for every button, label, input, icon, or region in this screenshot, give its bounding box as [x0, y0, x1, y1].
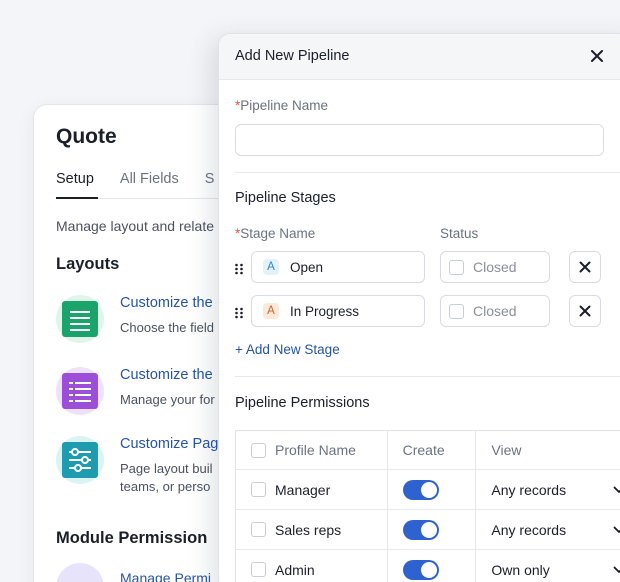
profile-cell: Admin [236, 550, 388, 582]
remove-stage-button[interactable] [569, 295, 601, 327]
checkbox[interactable] [449, 303, 464, 319]
close-icon[interactable] [587, 46, 607, 66]
manage-permissions-link[interactable]: Manage Permi [120, 570, 211, 582]
view-select[interactable]: Any records [476, 510, 620, 549]
header-view: View [491, 442, 522, 458]
add-new-stage-link[interactable]: + Add New Stage [235, 342, 340, 357]
modal-title: Add New Pipeline [235, 48, 350, 64]
layout-subtitle: Manage your for [120, 392, 215, 407]
status-checkbox[interactable]: Closed [440, 295, 550, 327]
create-cell [388, 470, 477, 509]
header-profile-name: Profile Name [236, 431, 388, 469]
row-checkbox[interactable] [251, 482, 266, 497]
row-checkbox[interactable] [251, 522, 266, 537]
layout-subtitle: Choose the field [120, 320, 214, 335]
pipeline-name-label: *Pipeline Name [235, 98, 329, 113]
stage-badge: A [263, 303, 279, 319]
table-row: Admin Own only [236, 550, 620, 582]
active-tab-indicator [56, 197, 98, 199]
divider [235, 376, 620, 377]
list-layout-icon [56, 295, 104, 343]
stage-name-input[interactable]: A In Progress [251, 295, 425, 327]
drag-handle-icon[interactable] [234, 306, 244, 319]
pipeline-name-input[interactable] [235, 124, 604, 156]
view-select[interactable]: Own only [476, 550, 620, 582]
tab-more[interactable]: S [205, 171, 215, 187]
add-pipeline-modal: Add New Pipeline *Pipeline Name Pipeline… [218, 33, 620, 582]
chevron-down-icon [613, 566, 620, 573]
drag-handle-icon[interactable] [234, 262, 244, 275]
table-header-row: Profile Name Create View [236, 431, 620, 470]
create-cell [388, 550, 477, 582]
create-toggle[interactable] [402, 519, 439, 540]
status-label: Status [440, 226, 479, 241]
pipeline-stages-title: Pipeline Stages [235, 190, 336, 206]
quote-description: Manage layout and relate [56, 218, 214, 234]
pipeline-permissions-title: Pipeline Permissions [235, 395, 370, 411]
quote-tabs: Setup All Fields S [56, 171, 214, 187]
layout-title[interactable]: Customize the [120, 367, 213, 383]
profile-cell: Sales reps [236, 510, 388, 549]
header-create: Create [388, 431, 477, 469]
permissions-table: Profile Name Create View Manager Any rec… [235, 430, 620, 582]
stage-name-label: *Stage Name [235, 226, 316, 241]
status-text: Closed [473, 259, 517, 275]
status-checkbox[interactable]: Closed [440, 251, 550, 283]
profile-cell: Manager [236, 470, 388, 509]
close-icon [579, 261, 591, 273]
stage-badge: A [263, 259, 279, 275]
stage-name-value: In Progress [290, 303, 360, 319]
layout-subtitle-line2: teams, or perso [120, 479, 211, 494]
permission-icon [56, 563, 104, 582]
chevron-down-icon [613, 486, 620, 493]
select-all-checkbox[interactable] [251, 442, 266, 458]
stage-name-input[interactable]: A Open [251, 251, 425, 283]
create-cell [388, 510, 477, 549]
chevron-down-icon [613, 526, 620, 533]
page-title: Quote [56, 125, 117, 148]
layout-title[interactable]: Customize Pag [120, 436, 218, 452]
form-layout-icon [56, 367, 104, 415]
create-toggle[interactable] [402, 479, 439, 500]
create-toggle[interactable] [402, 559, 439, 580]
checkbox[interactable] [449, 259, 464, 275]
view-select[interactable]: Any records [476, 470, 620, 509]
close-icon [579, 305, 591, 317]
layout-subtitle: Page layout buil [120, 461, 213, 476]
modal-header: Add New Pipeline [219, 34, 620, 80]
stage-name-value: Open [290, 259, 324, 275]
sliders-icon [56, 436, 104, 484]
row-checkbox[interactable] [251, 562, 266, 577]
tab-all-fields[interactable]: All Fields [120, 171, 179, 187]
layout-title[interactable]: Customize the [120, 295, 213, 311]
table-row: Sales reps Any records [236, 510, 620, 550]
divider [235, 172, 620, 173]
status-text: Closed [473, 303, 517, 319]
layouts-heading: Layouts [56, 255, 120, 273]
tab-setup[interactable]: Setup [56, 171, 94, 187]
remove-stage-button[interactable] [569, 251, 601, 283]
module-permission-heading: Module Permission [56, 529, 208, 547]
table-row: Manager Any records [236, 470, 620, 510]
